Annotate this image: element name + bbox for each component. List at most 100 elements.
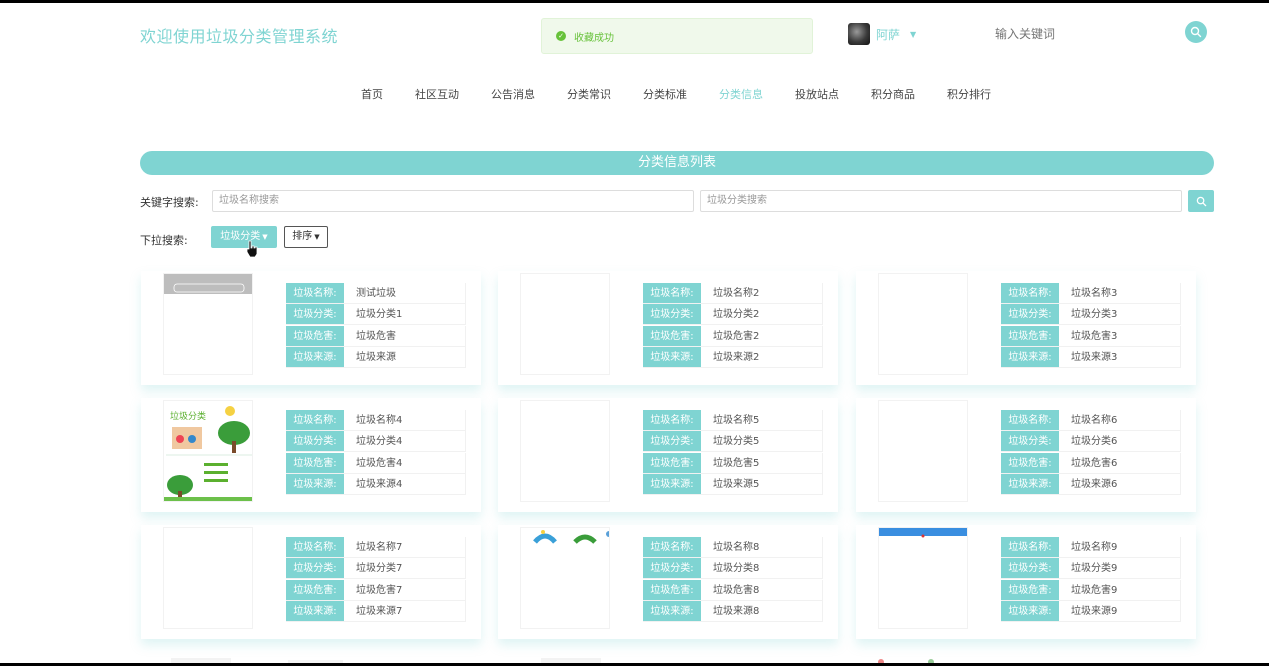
item-info: 垃圾名称: 垃圾名称3 垃圾分类: 垃圾分类3 垃圾危害: 垃圾危害3 垃圾来源: 垃圾… <box>1001 283 1181 369</box>
hazard-label: 垃圾危害: <box>1001 579 1059 600</box>
item-category: 垃圾分类2 <box>701 304 823 325</box>
hazard-label: 垃圾危害: <box>286 325 344 346</box>
thumbnail-image <box>164 274 252 294</box>
caret-down-icon: ▼ <box>314 233 320 241</box>
item-category: 垃圾分类5 <box>701 431 823 452</box>
name-label: 垃圾名称: <box>1001 283 1059 303</box>
sort-dropdown[interactable]: 排序 ▼ <box>284 226 328 248</box>
nav-points-goods[interactable]: 积分商品 <box>871 83 915 107</box>
name-label: 垃圾名称: <box>286 410 344 430</box>
nav-standards[interactable]: 分类标准 <box>643 83 687 107</box>
name-search-input[interactable]: 垃圾名称搜索 <box>212 190 694 212</box>
name-label: 垃圾名称: <box>643 283 701 303</box>
category-dropdown[interactable]: 垃圾分类 ▼ <box>211 226 277 248</box>
site-title[interactable]: 欢迎使用垃圾分类管理系统 <box>140 23 338 47</box>
hazard-label: 垃圾危害: <box>286 452 344 473</box>
source-label: 垃圾来源: <box>286 347 344 368</box>
name-label: 垃圾名称: <box>643 410 701 430</box>
chevron-down-icon[interactable]: ▼ <box>910 30 916 39</box>
nav-knowledge[interactable]: 分类常识 <box>567 83 611 107</box>
item-card[interactable]: 垃圾名称: 垃圾名称5 垃圾分类: 垃圾分类5 垃圾危害: 垃圾危害5 垃圾来源: 垃圾… <box>498 398 838 512</box>
item-hazard: 垃圾危害9 <box>1059 579 1181 600</box>
name-label: 垃圾名称: <box>286 537 344 557</box>
item-thumbnail[interactable] <box>520 400 610 502</box>
nav-home[interactable]: 首页 <box>361 83 383 107</box>
item-info: 垃圾名称: 垃圾名称2 垃圾分类: 垃圾分类2 垃圾危害: 垃圾危害2 垃圾来源: 垃圾… <box>643 283 823 369</box>
source-label: 垃圾来源: <box>1001 474 1059 495</box>
item-thumbnail[interactable] <box>878 527 968 629</box>
check-circle-icon: ✓ <box>556 31 566 41</box>
nav-announcements[interactable]: 公告消息 <box>491 83 535 107</box>
item-category: 垃圾分类1 <box>344 304 466 325</box>
item-source: 垃圾来源6 <box>1059 474 1181 495</box>
item-name: 测试垃圾 <box>344 283 466 303</box>
item-card[interactable]: 垃圾名称: 垃圾名称7 垃圾分类: 垃圾分类7 垃圾危害: 垃圾危害7 垃圾来源: 垃圾… <box>141 525 481 639</box>
nav-community[interactable]: 社区互动 <box>415 83 459 107</box>
category-label: 垃圾分类: <box>1001 558 1059 579</box>
item-category: 垃圾分类4 <box>344 431 466 452</box>
thumbnail-image <box>533 530 609 544</box>
item-thumbnail[interactable] <box>163 527 253 629</box>
hazard-label: 垃圾危害: <box>1001 325 1059 346</box>
keyword-search-label: 关键字搜索: <box>140 196 199 209</box>
item-card[interactable]: 垃圾名称: 垃圾名称8 垃圾分类: 垃圾分类8 垃圾危害: 垃圾危害8 垃圾来源: 垃圾… <box>498 525 838 639</box>
hazard-label: 垃圾危害: <box>286 579 344 600</box>
nav-category-info[interactable]: 分类信息 <box>719 83 763 107</box>
item-name: 垃圾名称3 <box>1059 283 1181 303</box>
toast-text: 收藏成功 <box>574 32 614 44</box>
category-search-input[interactable]: 垃圾分类搜索 <box>700 190 1182 212</box>
item-category: 垃圾分类8 <box>701 558 823 579</box>
item-source: 垃圾来源 <box>344 347 466 368</box>
item-name: 垃圾名称5 <box>701 410 823 430</box>
category-label: 垃圾分类: <box>286 431 344 452</box>
item-card[interactable]: 垃圾名称: 垃圾名称6 垃圾分类: 垃圾分类6 垃圾危害: 垃圾危害6 垃圾来源: 垃圾… <box>856 398 1196 512</box>
category-label: 垃圾分类: <box>286 558 344 579</box>
name-label: 垃圾名称: <box>643 537 701 557</box>
item-thumbnail[interactable]: 垃圾分类 <box>163 400 253 502</box>
hazard-label: 垃圾危害: <box>1001 452 1059 473</box>
list-search-button[interactable] <box>1188 190 1214 212</box>
mouse-pointer-cursor <box>245 240 259 261</box>
item-card[interactable]: 垃圾名称: 垃圾名称9 垃圾分类: 垃圾分类9 垃圾危害: 垃圾危害9 垃圾来源: 垃圾… <box>856 525 1196 639</box>
nav-drop-sites[interactable]: 投放站点 <box>795 83 839 107</box>
item-card[interactable]: 垃圾名称: 垃圾名称2 垃圾分类: 垃圾分类2 垃圾危害: 垃圾危害2 垃圾来源: 垃圾… <box>498 271 838 385</box>
name-label: 垃圾名称: <box>286 283 344 303</box>
item-info: 垃圾名称: 垃圾名称9 垃圾分类: 垃圾分类9 垃圾危害: 垃圾危害9 垃圾来源: 垃圾… <box>1001 537 1181 623</box>
item-thumbnail[interactable] <box>520 527 610 629</box>
header-search-button[interactable] <box>1185 21 1207 43</box>
thumbnail-image <box>879 528 967 538</box>
item-hazard: 垃圾危害3 <box>1059 325 1181 346</box>
avatar[interactable] <box>848 23 870 45</box>
item-info: 垃圾名称: 垃圾名称8 垃圾分类: 垃圾分类8 垃圾危害: 垃圾危害8 垃圾来源: 垃圾… <box>643 537 823 623</box>
list-banner-title: 分类信息列表 <box>140 151 1214 175</box>
item-thumbnail[interactable] <box>878 400 968 502</box>
item-hazard: 垃圾危害8 <box>701 579 823 600</box>
nav-points-ranking[interactable]: 积分排行 <box>947 83 991 107</box>
item-info: 垃圾名称: 垃圾名称5 垃圾分类: 垃圾分类5 垃圾危害: 垃圾危害5 垃圾来源: 垃圾… <box>643 410 823 496</box>
item-source: 垃圾来源5 <box>701 474 823 495</box>
item-hazard: 垃圾危害2 <box>701 325 823 346</box>
item-hazard: 垃圾危害6 <box>1059 452 1181 473</box>
header-search-input[interactable] <box>995 25 1175 43</box>
item-category: 垃圾分类6 <box>1059 431 1181 452</box>
source-label: 垃圾来源: <box>643 347 701 368</box>
user-name[interactable]: 阿萨 <box>876 26 900 43</box>
item-card[interactable]: 垃圾名称: 垃圾名称3 垃圾分类: 垃圾分类3 垃圾危害: 垃圾危害3 垃圾来源: 垃圾… <box>856 271 1196 385</box>
item-hazard: 垃圾危害4 <box>344 452 466 473</box>
user-menu[interactable]: 阿萨 ▼ <box>848 23 916 45</box>
item-name: 垃圾名称8 <box>701 537 823 557</box>
toast-message: ✓ 收藏成功 <box>541 18 813 54</box>
source-label: 垃圾来源: <box>286 601 344 622</box>
item-card[interactable]: 垃圾名称: 测试垃圾 垃圾分类: 垃圾分类1 垃圾危害: 垃圾危害 垃圾来源: 垃圾来源 <box>141 271 481 385</box>
item-card[interactable]: 垃圾分类 垃圾名称: 垃圾名称4 垃圾分类: 垃圾分类4 垃圾危害: 垃圾危害4 垃圾… <box>141 398 481 512</box>
source-label: 垃圾来源: <box>1001 347 1059 368</box>
caret-down-icon: ▼ <box>262 233 268 241</box>
item-info: 垃圾名称: 测试垃圾 垃圾分类: 垃圾分类1 垃圾危害: 垃圾危害 垃圾来源: 垃圾来源 <box>286 283 466 369</box>
item-name: 垃圾名称9 <box>1059 537 1181 557</box>
thumbnail-caption: 垃圾分类 <box>170 410 206 422</box>
item-thumbnail[interactable] <box>520 273 610 375</box>
item-info: 垃圾名称: 垃圾名称4 垃圾分类: 垃圾分类4 垃圾危害: 垃圾危害4 垃圾来源: 垃圾… <box>286 410 466 496</box>
item-thumbnail[interactable] <box>878 273 968 375</box>
item-thumbnail[interactable] <box>163 273 253 375</box>
item-category: 垃圾分类9 <box>1059 558 1181 579</box>
